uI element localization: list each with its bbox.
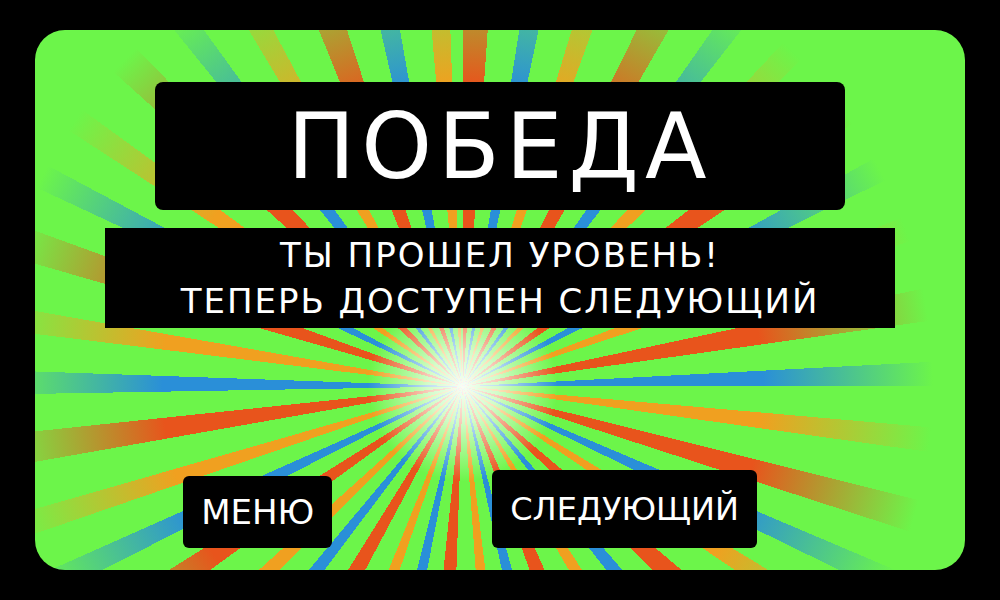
message-line: ТЫ ПРОШЕЛ УРОВЕНЬ! (280, 232, 720, 278)
menu-button[interactable]: МЕНЮ (183, 476, 332, 548)
button-row: МЕНЮ СЛЕДУЮЩИЙ (183, 470, 817, 548)
message-line: ТЕПЕРЬ ДОСТУПЕН СЛЕДУЮЩИЙ (181, 278, 820, 324)
victory-panel: ПОБЕДА ТЫ ПРОШЕЛ УРОВЕНЬ!ТЕПЕРЬ ДОСТУПЕН … (35, 30, 965, 570)
message-banner: ТЫ ПРОШЕЛ УРОВЕНЬ!ТЕПЕРЬ ДОСТУПЕН СЛЕДУЮ… (105, 228, 895, 328)
next-button[interactable]: СЛЕДУЮЩИЙ (492, 470, 757, 548)
title-banner: ПОБЕДА (155, 82, 845, 210)
title-text: ПОБЕДА (287, 97, 712, 196)
victory-screen: ПОБЕДА ТЫ ПРОШЕЛ УРОВЕНЬ!ТЕПЕРЬ ДОСТУПЕН … (0, 0, 1000, 600)
